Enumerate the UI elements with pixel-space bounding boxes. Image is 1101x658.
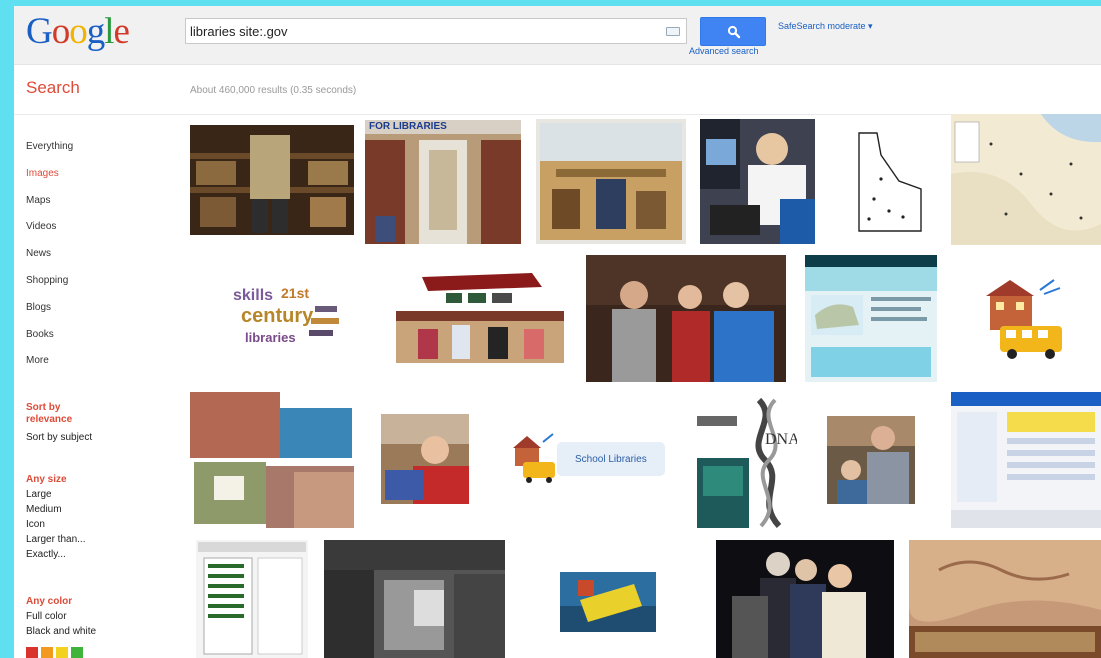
wordcloud-word: libraries [245, 330, 296, 345]
sort-filters: Sort by relevance Sort by subject [26, 402, 106, 445]
size-heading[interactable]: Any size [26, 472, 85, 487]
image-result[interactable] [700, 119, 815, 244]
nav-item-images[interactable]: Images [26, 168, 73, 195]
color-filters: Any color Full color Black and white [26, 594, 96, 639]
image-result[interactable] [827, 416, 915, 504]
logo-letter: g [86, 11, 105, 52]
divider [14, 114, 1101, 115]
results-count: About 460,000 results (0.35 seconds) [190, 85, 357, 96]
left-nav: Everything Images Maps Videos News Shopp… [26, 141, 73, 382]
nav-item-everything[interactable]: Everything [26, 141, 73, 168]
image-result[interactable]: FOR LIBRARIES [365, 120, 521, 244]
image-result[interactable] [716, 540, 894, 658]
search-button[interactable] [700, 17, 766, 46]
swatch-yellow[interactable] [56, 647, 68, 658]
image-result[interactable]: DNA [695, 392, 797, 530]
image-result[interactable] [381, 414, 469, 504]
image-result[interactable] [805, 255, 937, 382]
image-result[interactable] [829, 119, 951, 244]
thumbnail-caption: FOR LIBRARIES [369, 121, 447, 132]
sort-by-subject[interactable]: Sort by subject [26, 430, 106, 445]
google-logo[interactable]: Google [26, 10, 130, 53]
image-result[interactable] [980, 272, 1066, 362]
image-result[interactable] [951, 114, 1101, 245]
wordcloud-word: 21st [281, 285, 309, 301]
size-option[interactable]: Large [26, 487, 85, 502]
image-result[interactable] [196, 540, 308, 658]
color-option[interactable]: Full color [26, 609, 96, 624]
search-label: Search [26, 78, 80, 97]
search-input[interactable] [190, 21, 650, 41]
image-result[interactable] [190, 392, 354, 528]
image-result[interactable] [392, 273, 568, 363]
swatch-orange[interactable] [41, 647, 53, 658]
color-swatches [26, 646, 86, 658]
image-result[interactable] [909, 540, 1101, 658]
wordcloud-word: century [241, 305, 314, 327]
nav-item-more[interactable]: More [26, 355, 73, 382]
image-result[interactable] [560, 572, 656, 632]
nav-item-news[interactable]: News [26, 248, 73, 275]
browser-page: Google Advanced search SafeSearch modera… [14, 6, 1101, 658]
advanced-search-link[interactable]: Advanced search [689, 46, 759, 56]
image-result[interactable]: skills 21st century libraries [223, 276, 345, 356]
logo-letter: l [104, 11, 114, 52]
size-option[interactable]: Exactly... [26, 547, 85, 562]
size-filters: Any size Large Medium Icon Larger than..… [26, 472, 85, 562]
image-result[interactable] [951, 392, 1101, 528]
logo-letter: e [113, 11, 130, 52]
swatch-red[interactable] [26, 647, 38, 658]
nav-item-books[interactable]: Books [26, 329, 73, 356]
nav-item-shopping[interactable]: Shopping [26, 275, 73, 302]
thumbnail-caption: School Libraries [575, 454, 647, 465]
magnifier-icon [727, 25, 741, 39]
safesearch-menu[interactable]: SafeSearch moderate ▾ [778, 21, 873, 32]
nav-item-videos[interactable]: Videos [26, 221, 73, 248]
search-box [185, 18, 687, 44]
size-option[interactable]: Icon [26, 517, 85, 532]
swatch-green[interactable] [71, 647, 83, 658]
image-result[interactable] [324, 540, 505, 658]
color-heading[interactable]: Any color [26, 594, 96, 609]
size-option[interactable]: Larger than... [26, 532, 85, 547]
logo-letter: o [69, 11, 87, 52]
keyboard-icon[interactable] [666, 27, 680, 36]
image-result[interactable] [536, 119, 686, 244]
nav-item-maps[interactable]: Maps [26, 195, 73, 222]
thumbnail-caption: DNA [765, 431, 797, 448]
image-result[interactable] [586, 255, 786, 382]
sort-by-relevance[interactable]: Sort by relevance [26, 402, 106, 426]
top-bar: Google Advanced search SafeSearch modera… [14, 6, 1101, 65]
size-option[interactable]: Medium [26, 502, 85, 517]
color-option[interactable]: Black and white [26, 624, 96, 639]
image-result[interactable]: School Libraries [509, 432, 669, 484]
logo-letter: G [26, 11, 53, 52]
image-result[interactable] [190, 125, 354, 235]
wordcloud-word: skills [233, 287, 273, 304]
logo-letter: o [51, 11, 70, 52]
nav-item-blogs[interactable]: Blogs [26, 302, 73, 329]
